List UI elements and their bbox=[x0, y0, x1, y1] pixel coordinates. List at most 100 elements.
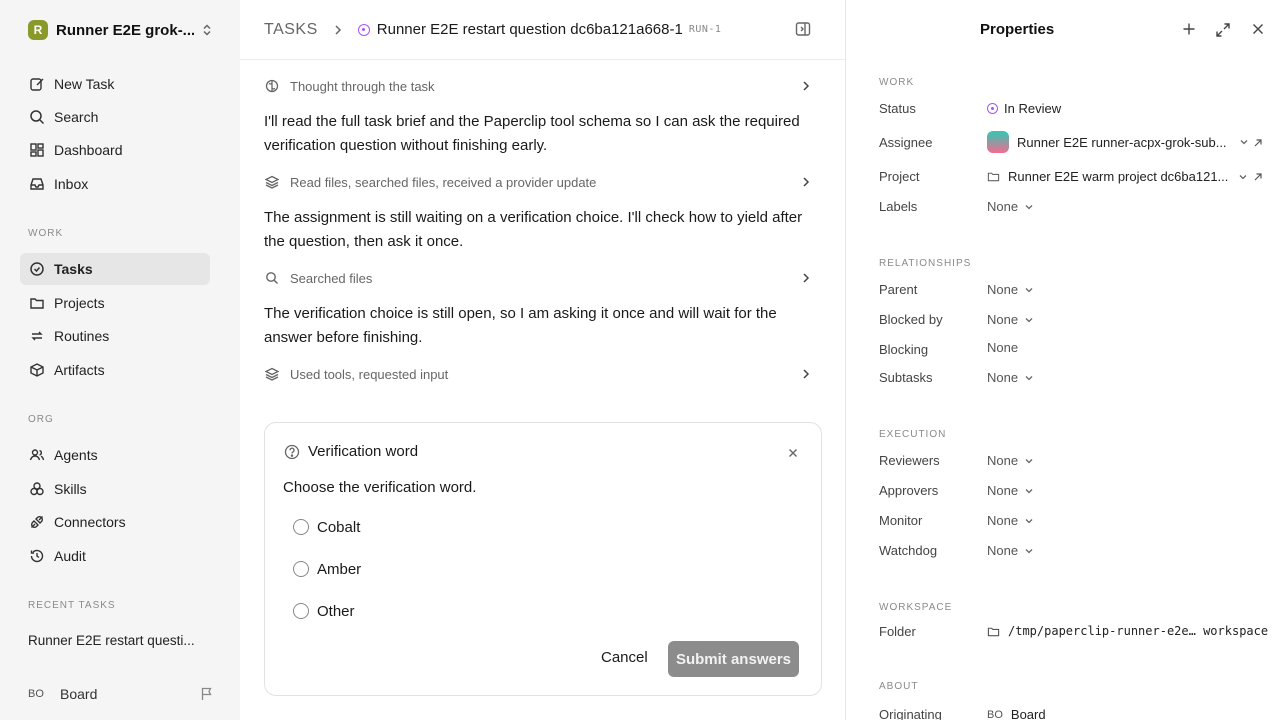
option-amber[interactable]: Amber bbox=[293, 559, 361, 579]
nav-new-task[interactable]: New Task bbox=[20, 68, 210, 100]
blocked-by-label: Blocked by bbox=[879, 312, 943, 327]
nav-connectors[interactable]: Connectors bbox=[20, 506, 210, 538]
blocking-value: None bbox=[987, 340, 1019, 355]
nav-skills[interactable]: Skills bbox=[20, 473, 210, 505]
subtasks-value: None bbox=[987, 370, 1019, 385]
nav-label: Search bbox=[54, 109, 99, 125]
brain-icon bbox=[264, 78, 280, 94]
folder-path[interactable]: /tmp/paperclip-runner-e2e… workspace bbox=[987, 624, 1268, 638]
monitor-label: Monitor bbox=[879, 513, 923, 528]
reviewers-value: None bbox=[987, 453, 1019, 468]
activity-text: Thought through the task bbox=[290, 78, 435, 94]
nav-label: Artifacts bbox=[54, 362, 105, 378]
workspace-switcher[interactable]: R Runner E2E grok-... bbox=[28, 19, 214, 41]
radio-button[interactable] bbox=[293, 561, 309, 577]
activity-thought[interactable]: Thought through the task bbox=[264, 75, 812, 97]
project-select[interactable]: Runner E2E warm project dc6ba121... bbox=[987, 169, 1248, 184]
layers-icon bbox=[264, 174, 280, 190]
recent-task-item[interactable]: Runner E2E restart questi... bbox=[28, 633, 195, 648]
box-icon bbox=[28, 361, 46, 379]
nav-label: Routines bbox=[54, 328, 110, 344]
section-label-about: ABOUT bbox=[879, 681, 919, 692]
assistant-message: The assignment is still waiting on a ver… bbox=[264, 209, 803, 250]
chevron-down-icon bbox=[1024, 516, 1034, 526]
agent-avatar-icon bbox=[987, 131, 1009, 153]
nav-inbox[interactable]: Inbox bbox=[20, 168, 210, 200]
nav-audit[interactable]: Audit bbox=[20, 540, 210, 572]
plus-icon[interactable] bbox=[1182, 22, 1196, 36]
monitor-value: None bbox=[987, 513, 1019, 528]
option-other[interactable]: Other bbox=[293, 601, 355, 621]
nav-routines[interactable]: Routines bbox=[20, 320, 210, 352]
nav-projects[interactable]: Projects bbox=[20, 287, 210, 319]
layers-icon bbox=[264, 366, 280, 382]
activity-text: Searched files bbox=[290, 270, 373, 286]
option-label: Cobalt bbox=[317, 518, 361, 536]
option-cobalt[interactable]: Cobalt bbox=[293, 517, 360, 537]
folder-label: Folder bbox=[879, 624, 916, 639]
chevron-right-icon bbox=[800, 176, 812, 188]
page-title: Runner E2E restart question dc6ba121a668… bbox=[376, 21, 683, 38]
board-label: Board bbox=[60, 686, 98, 702]
submit-answers-button[interactable]: Submit answers bbox=[668, 641, 799, 677]
nav-label: Projects bbox=[54, 295, 105, 311]
chevron-down-icon bbox=[1024, 486, 1034, 496]
close-icon[interactable] bbox=[1251, 22, 1265, 36]
approvers-value: None bbox=[987, 483, 1019, 498]
question-header: Verification word bbox=[284, 443, 418, 460]
workspace-name: Runner E2E grok-... bbox=[56, 21, 194, 39]
task-main: TASKS Runner E2E restart question dc6ba1… bbox=[240, 0, 846, 720]
external-link-icon[interactable] bbox=[1253, 138, 1263, 148]
nav-label: Tasks bbox=[54, 261, 93, 277]
activity-step[interactable]: Read files, searched files, received a p… bbox=[264, 171, 812, 193]
assistant-message: The verification choice is still open, s… bbox=[264, 305, 777, 346]
nav-agents[interactable]: Agents bbox=[20, 439, 210, 471]
nav-search[interactable]: Search bbox=[20, 101, 210, 133]
assignee-select[interactable]: Runner E2E runner-acpx-grok-sub... bbox=[987, 131, 1249, 153]
status-value: In Review bbox=[1004, 101, 1062, 116]
monitor-select[interactable]: None bbox=[987, 513, 1034, 528]
activity-step[interactable]: Used tools, requested input bbox=[264, 363, 812, 385]
chevron-down-icon bbox=[1024, 285, 1034, 295]
labels-value: None bbox=[987, 199, 1019, 214]
history-icon bbox=[28, 547, 46, 565]
breadcrumb-tasks[interactable]: TASKS bbox=[264, 21, 318, 39]
section-label-org: ORG bbox=[28, 414, 54, 425]
search-icon bbox=[264, 270, 280, 286]
labels-select[interactable]: None bbox=[987, 199, 1034, 214]
close-icon[interactable] bbox=[787, 447, 799, 459]
chevron-down-icon bbox=[1024, 315, 1034, 325]
blocked-by-select[interactable]: None bbox=[987, 312, 1034, 327]
panel-toggle-icon[interactable] bbox=[795, 21, 811, 37]
cancel-button[interactable]: Cancel bbox=[601, 649, 648, 666]
chevron-down-icon bbox=[1024, 456, 1034, 466]
activity-text: Read files, searched files, received a p… bbox=[290, 174, 597, 190]
chevron-down-icon bbox=[1024, 373, 1034, 383]
status-in-review-icon bbox=[357, 23, 370, 36]
parent-select[interactable]: None bbox=[987, 282, 1034, 297]
activity-step[interactable]: Searched files bbox=[264, 267, 812, 289]
question-title: Verification word bbox=[308, 443, 419, 460]
subtasks-select[interactable]: None bbox=[987, 370, 1034, 385]
nav-artifacts[interactable]: Artifacts bbox=[20, 354, 210, 386]
reviewers-select[interactable]: None bbox=[987, 453, 1034, 468]
approvers-select[interactable]: None bbox=[987, 483, 1034, 498]
external-link-icon[interactable] bbox=[1253, 172, 1263, 182]
watchdog-select[interactable]: None bbox=[987, 543, 1034, 558]
flag-icon[interactable] bbox=[200, 687, 214, 701]
nav-tasks[interactable]: Tasks bbox=[20, 253, 210, 285]
radio-button[interactable] bbox=[293, 519, 309, 535]
expand-icon[interactable] bbox=[1215, 22, 1231, 38]
chevron-down-icon bbox=[1238, 172, 1248, 182]
properties-title: Properties bbox=[980, 21, 1055, 38]
chevron-down-icon bbox=[1239, 137, 1249, 147]
nav-dashboard[interactable]: Dashboard bbox=[20, 134, 210, 166]
option-label: Amber bbox=[317, 560, 362, 578]
radio-button[interactable] bbox=[293, 603, 309, 619]
section-label-workspace: WORKSPACE bbox=[879, 602, 953, 613]
parent-label: Parent bbox=[879, 282, 918, 297]
board-user[interactable]: BO Board bbox=[28, 684, 214, 704]
check-circle-icon bbox=[28, 260, 46, 278]
status-select[interactable]: In Review bbox=[987, 101, 1061, 116]
chevron-right-icon bbox=[800, 272, 812, 284]
